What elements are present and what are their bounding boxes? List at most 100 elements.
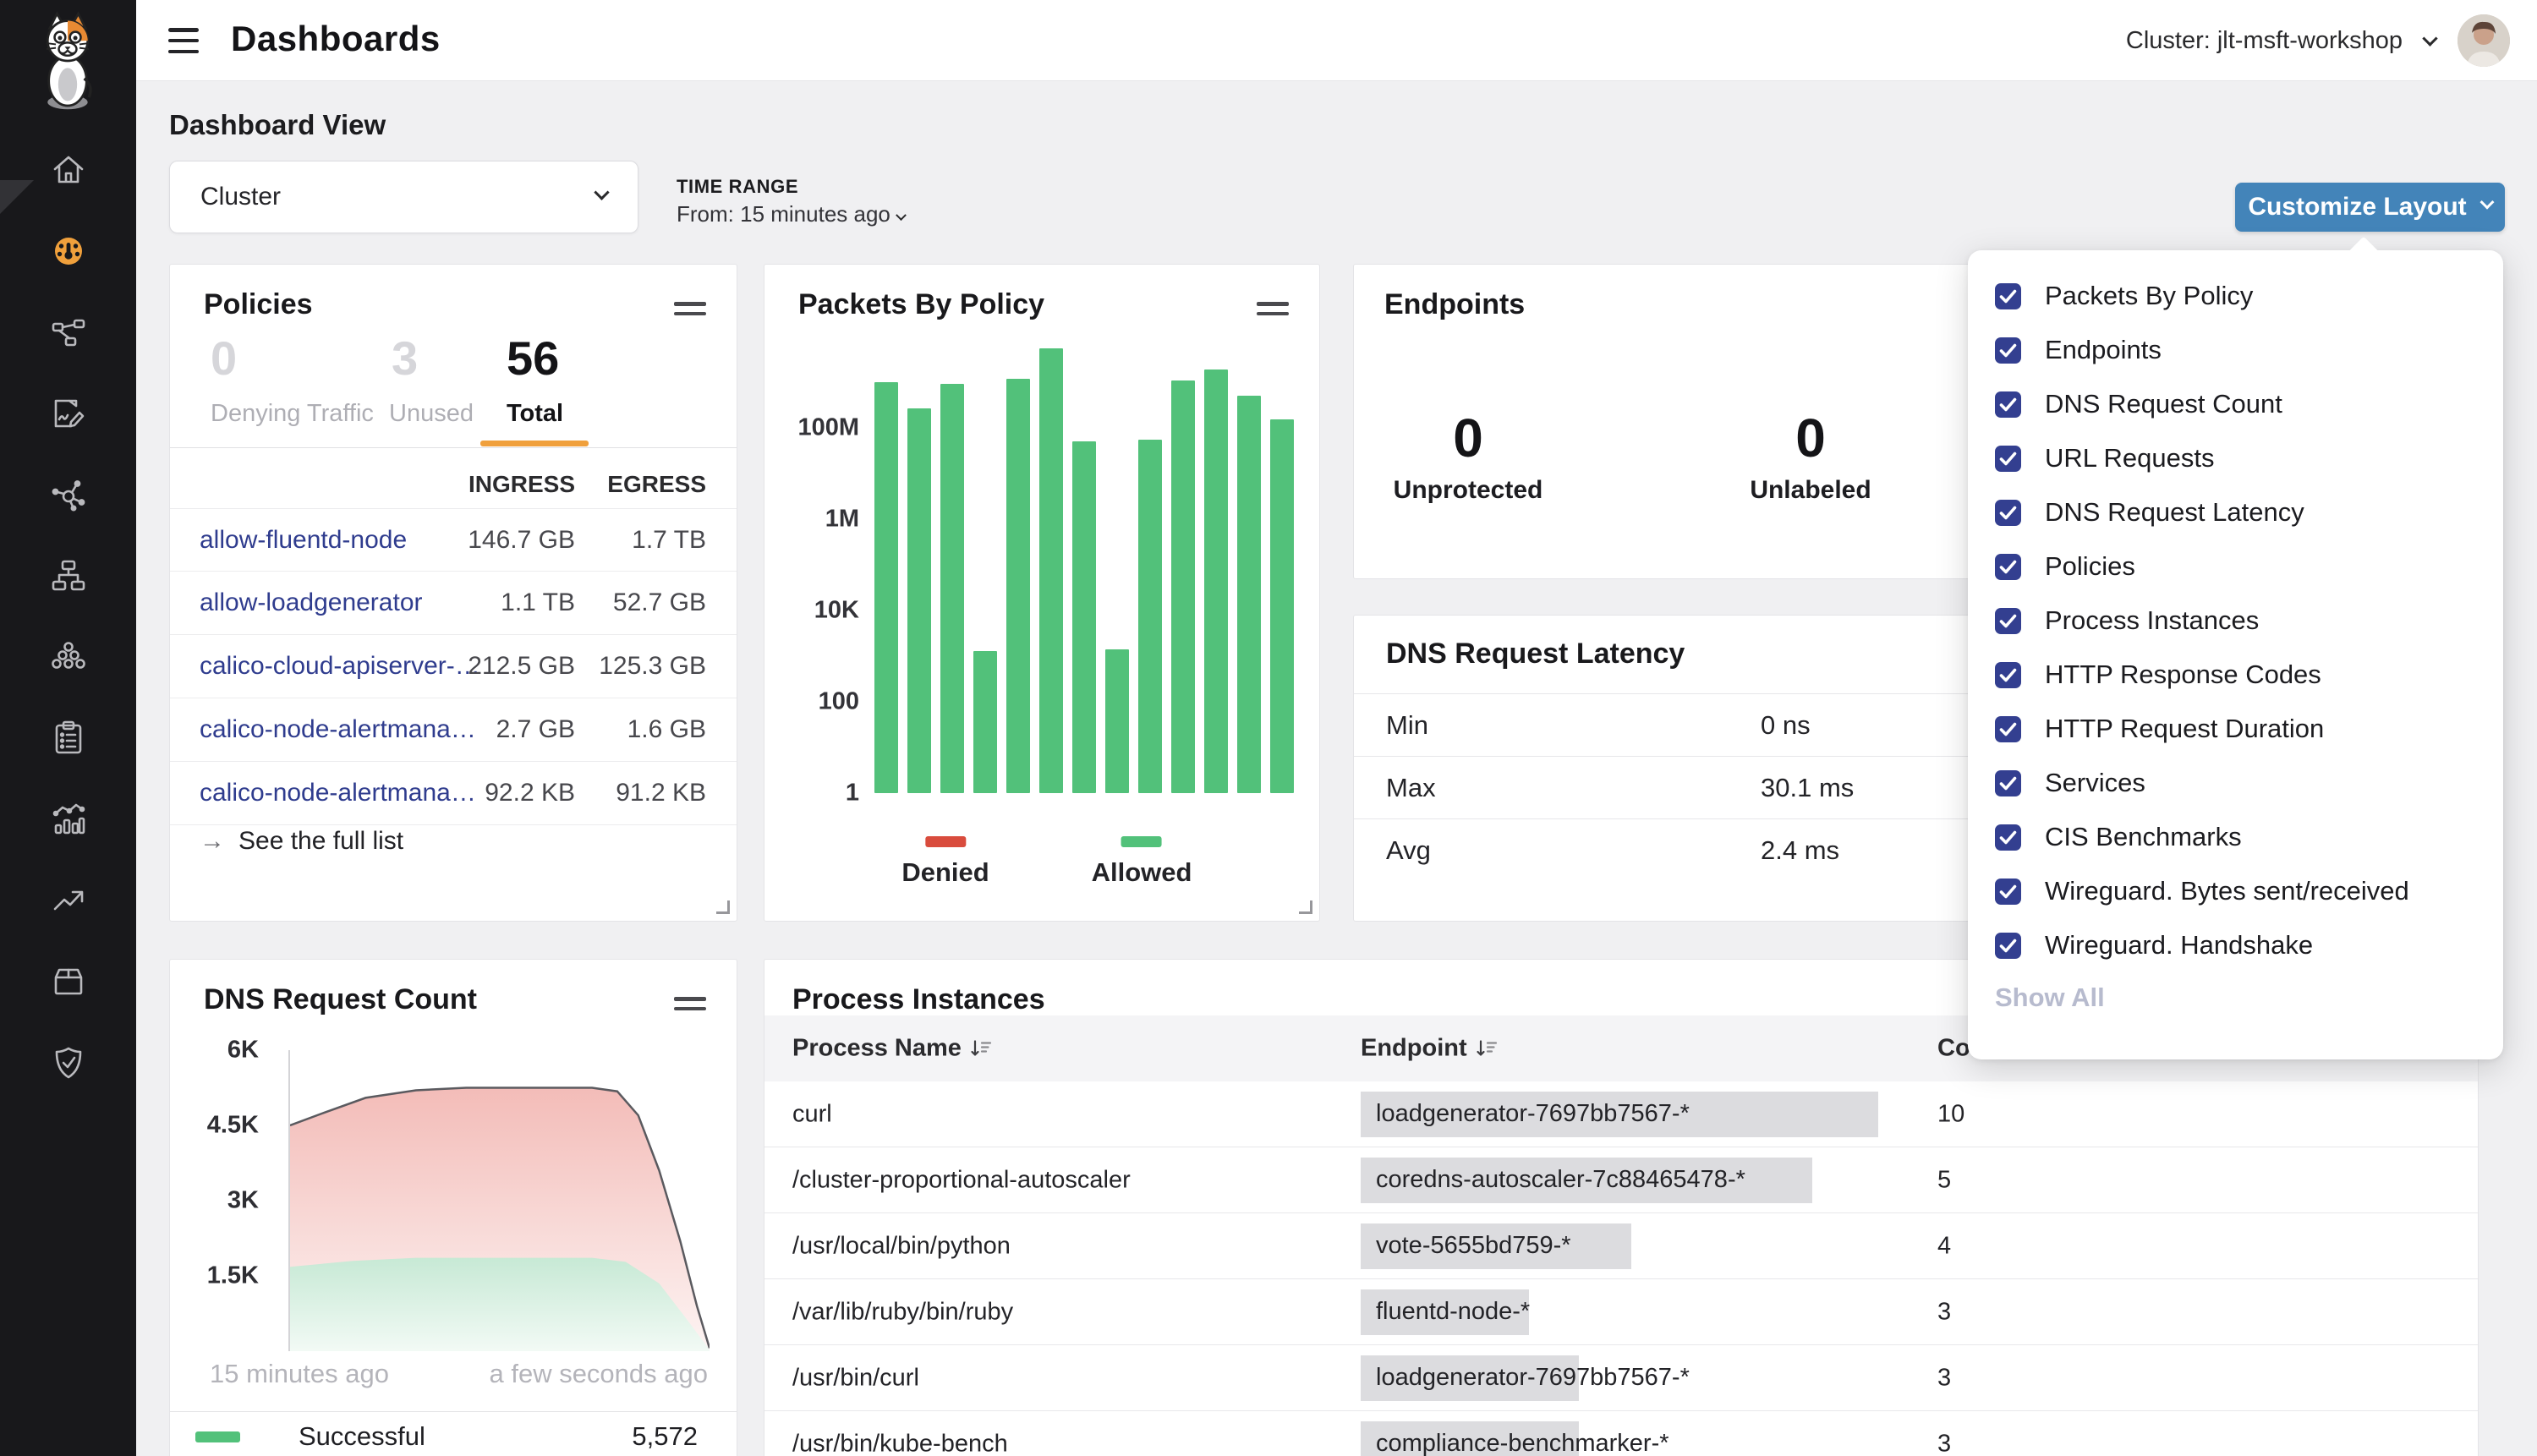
- menu-item-packets-by-policy[interactable]: Packets By Policy: [1968, 269, 2503, 323]
- menu-item-cis-benchmarks[interactable]: CIS Benchmarks: [1968, 810, 2503, 864]
- stat-unused-label[interactable]: Unused: [389, 400, 474, 428]
- checkbox-checked-icon[interactable]: [1995, 716, 2021, 742]
- resize-handle[interactable]: [1299, 900, 1312, 914]
- show-all-link[interactable]: Show All: [1995, 983, 2105, 1013]
- checkbox-checked-icon[interactable]: [1995, 554, 2021, 580]
- policy-link[interactable]: allow-loadgenerator: [200, 588, 423, 617]
- drag-handle-icon[interactable]: [674, 302, 706, 321]
- chevron-down-icon: [896, 210, 907, 221]
- legend-item-allowed[interactable]: Allowed: [1092, 836, 1192, 888]
- checkbox-checked-icon[interactable]: [1995, 608, 2021, 634]
- policy-link[interactable]: calico-node-alertmana…: [200, 779, 476, 807]
- allowed-bar: [1006, 379, 1030, 793]
- sidebar-item-workloads[interactable]: [49, 638, 88, 676]
- menu-item-http-request-duration[interactable]: HTTP Request Duration: [1968, 702, 2503, 756]
- legend-item-denied[interactable]: Denied: [901, 836, 989, 888]
- checkbox-checked-icon[interactable]: [1995, 933, 2021, 959]
- sidebar-item-home[interactable]: [49, 151, 88, 189]
- view-select-value: Cluster: [200, 183, 596, 211]
- checkbox-checked-icon[interactable]: [1995, 446, 2021, 472]
- topology-icon: [49, 556, 88, 595]
- ingress-value: 92.2 KB: [485, 779, 575, 807]
- network-policy-icon: [49, 313, 88, 352]
- sort-header-process-name[interactable]: Process Name: [792, 1035, 992, 1063]
- policy-link[interactable]: calico-node-alertmana…: [200, 715, 476, 744]
- stat-total-label[interactable]: Total: [507, 400, 563, 428]
- checkbox-checked-icon[interactable]: [1995, 283, 2021, 309]
- sidebar-item-trends[interactable]: [49, 881, 88, 920]
- see-full-list-link[interactable]: →See the full list: [200, 827, 403, 856]
- sidebar-item-security[interactable]: [49, 1043, 88, 1082]
- checkbox-checked-icon[interactable]: [1995, 662, 2021, 688]
- sidebar-item-network-policy[interactable]: [49, 313, 88, 352]
- policy-link[interactable]: allow-fluentd-node: [200, 526, 407, 555]
- y-axis-tick: 6K: [170, 1037, 259, 1065]
- menu-item-dns-request-latency[interactable]: DNS Request Latency: [1968, 485, 2503, 539]
- stat-denying-label[interactable]: Denying Traffic: [211, 400, 374, 428]
- menu-button[interactable]: [168, 28, 199, 53]
- menu-item-http-response-codes[interactable]: HTTP Response Codes: [1968, 648, 2503, 702]
- allowed-bar: [907, 408, 931, 793]
- package-box-icon: [49, 962, 88, 1001]
- menu-item-dns-request-count[interactable]: DNS Request Count: [1968, 377, 2503, 431]
- card-title: DNS Request Count: [204, 983, 477, 1016]
- time-range-value[interactable]: From: 15 minutes ago: [677, 201, 905, 227]
- endpoint-chip: loadgenerator-7697bb7567-*: [1361, 1092, 1878, 1137]
- cluster-selector[interactable]: Cluster: jlt-msft-workshop: [2126, 27, 2403, 55]
- menu-item-endpoints[interactable]: Endpoints: [1968, 323, 2503, 377]
- sidebar-item-logs[interactable]: [49, 719, 88, 758]
- egress-value: 52.7 GB: [613, 588, 706, 617]
- sidebar-item-network-topology[interactable]: [49, 556, 88, 595]
- checkbox-checked-icon[interactable]: [1995, 391, 2021, 418]
- report-edit-icon: [49, 394, 88, 433]
- chevron-down-icon[interactable]: [2422, 30, 2437, 46]
- menu-item-process-instances[interactable]: Process Instances: [1968, 594, 2503, 648]
- menu-item-wireguard-handshake[interactable]: Wireguard. Handshake: [1968, 918, 2503, 972]
- divider: [170, 447, 737, 448]
- policies-table: allow-fluentd-node 146.7 GB 1.7 TB allow…: [170, 508, 737, 825]
- avatar[interactable]: [2458, 14, 2510, 67]
- menu-item-wireguard-bytes[interactable]: Wireguard. Bytes sent/received: [1968, 864, 2503, 918]
- policy-link[interactable]: calico-cloud-apiserver-…: [200, 652, 480, 681]
- resize-handle[interactable]: [716, 900, 730, 914]
- stat-unprotected: 0 Unprotected: [1388, 407, 1548, 505]
- table-row: allow-fluentd-node 146.7 GB 1.7 TB: [170, 508, 737, 572]
- ingress-value: 2.7 GB: [496, 715, 575, 744]
- checkbox-checked-icon[interactable]: [1995, 337, 2021, 364]
- sidebar-item-analytics[interactable]: [49, 800, 88, 839]
- egress-value: 1.7 TB: [632, 526, 706, 555]
- menu-item-services[interactable]: Services: [1968, 756, 2503, 810]
- section-label: Dashboard View: [169, 109, 386, 141]
- column-header-ingress[interactable]: INGRESS: [468, 471, 575, 498]
- drag-handle-icon[interactable]: [674, 997, 706, 1016]
- checkbox-checked-icon[interactable]: [1995, 770, 2021, 796]
- active-tab-indicator: [480, 441, 589, 446]
- sidebar-nav: [0, 151, 136, 1082]
- column-header-egress[interactable]: EGRESS: [607, 471, 706, 498]
- sort-header-endpoint[interactable]: Endpoint: [1361, 1035, 1498, 1063]
- sidebar-item-service-graph[interactable]: [49, 475, 88, 514]
- table-row: curl loadgenerator-7697bb7567-* 10: [764, 1081, 2478, 1147]
- sidebar-item-compliance-reports[interactable]: [49, 394, 88, 433]
- table-row: /cluster-proportional-autoscaler coredns…: [764, 1147, 2478, 1213]
- card-title: Endpoints: [1384, 288, 1525, 321]
- packets-by-policy-card: Packets By Policy 100M 1M 10K 100 1 Deni…: [764, 264, 1320, 922]
- menu-item-policies[interactable]: Policies: [1968, 539, 2503, 594]
- table-row: allow-loadgenerator 1.1 TB 52.7 GB: [170, 572, 737, 635]
- y-axis-tick: 1M: [764, 506, 859, 534]
- customize-layout-button[interactable]: Customize Layout: [2235, 183, 2505, 232]
- calico-cat-logo[interactable]: [20, 10, 115, 112]
- process-name: /var/lib/ruby/bin/ruby: [792, 1298, 1013, 1326]
- menu-item-url-requests[interactable]: URL Requests: [1968, 431, 2503, 485]
- checkbox-checked-icon[interactable]: [1995, 500, 2021, 526]
- dashboard-view-select[interactable]: Cluster: [169, 161, 638, 233]
- drag-handle-icon[interactable]: [1257, 302, 1289, 321]
- sidebar-item-packages[interactable]: [49, 962, 88, 1001]
- checkbox-checked-icon[interactable]: [1995, 879, 2021, 905]
- checkbox-checked-icon[interactable]: [1995, 824, 2021, 851]
- packets-bars: [874, 337, 1297, 793]
- denied-swatch: [925, 836, 966, 847]
- sidebar-item-dashboards[interactable]: [49, 232, 88, 271]
- page-title: Dashboards: [231, 19, 441, 59]
- y-axis-tick: 1.5K: [170, 1262, 259, 1290]
